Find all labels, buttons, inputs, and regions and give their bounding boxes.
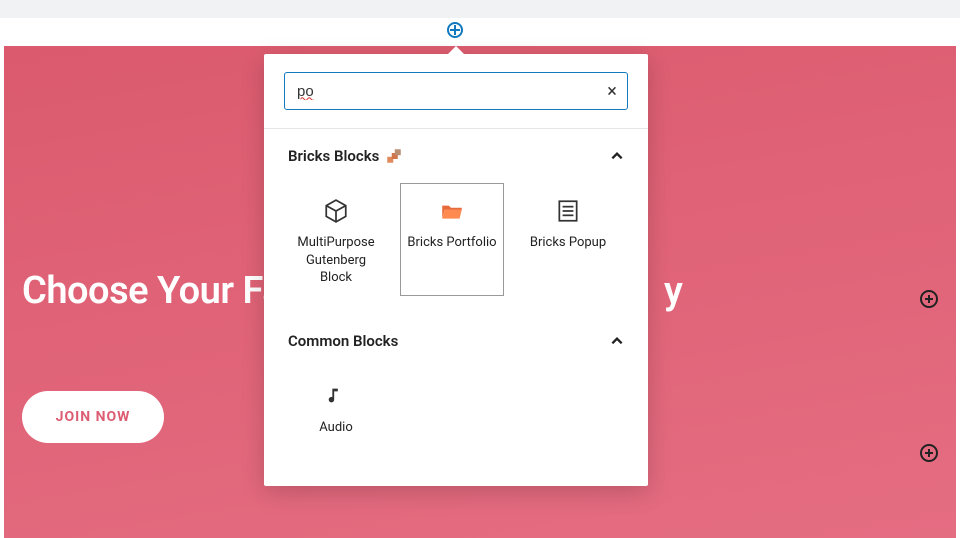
folder-open-icon (439, 198, 465, 224)
popup-window-icon (555, 198, 581, 224)
add-block-side-button[interactable] (920, 290, 938, 308)
category-grid: Audio (264, 368, 648, 446)
block-audio[interactable]: Audio (284, 368, 388, 446)
block-bricks-portfolio[interactable]: Bricks Portfolio (400, 183, 504, 296)
plus-icon (450, 25, 460, 35)
category-header-common-blocks[interactable]: Common Blocks (264, 314, 648, 368)
block-label: Bricks Popup (530, 234, 606, 252)
category-grid: MultiPurpose Gutenberg Block Bricks Port… (264, 183, 648, 296)
category-bricks-blocks: Bricks Blocks MultiPurpose Gutenberg Blo… (264, 129, 648, 314)
block-label: MultiPurpose Gutenberg Block (291, 234, 381, 287)
block-search-field[interactable]: × (284, 72, 628, 110)
block-inserter-popover: × Bricks Blocks (264, 54, 648, 486)
join-now-button[interactable]: JOIN NOW (22, 391, 164, 443)
block-list-scroll[interactable]: Bricks Blocks MultiPurpose Gutenberg Blo… (264, 128, 648, 486)
audio-note-icon (323, 383, 349, 409)
block-search-input[interactable] (285, 83, 597, 100)
category-common-blocks: Common Blocks Audio (264, 314, 648, 464)
category-title: Bricks Blocks (288, 147, 379, 165)
block-insert-bar (0, 18, 960, 46)
block-multipurpose-gutenberg[interactable]: MultiPurpose Gutenberg Block (284, 183, 388, 296)
hero-title-trailing: y (664, 269, 683, 313)
plus-icon (924, 448, 934, 458)
category-title: Common Blocks (288, 332, 398, 350)
block-label: Audio (319, 419, 352, 437)
category-header-bricks-blocks[interactable]: Bricks Blocks (264, 129, 648, 183)
chevron-up-icon (610, 334, 624, 348)
bricks-logo-icon (385, 147, 403, 165)
cube-icon (323, 198, 349, 224)
block-label: Bricks Portfolio (407, 234, 496, 252)
editor-topbar (0, 0, 960, 18)
scroll-filler (264, 464, 648, 486)
add-block-side-button[interactable] (920, 444, 938, 462)
block-bricks-popup[interactable]: Bricks Popup (516, 183, 620, 296)
plus-icon (924, 294, 934, 304)
clear-search-button[interactable]: × (597, 81, 627, 102)
hero-title: Choose Your Fa (22, 269, 282, 313)
add-block-button[interactable] (447, 22, 463, 38)
chevron-up-icon (610, 149, 624, 163)
